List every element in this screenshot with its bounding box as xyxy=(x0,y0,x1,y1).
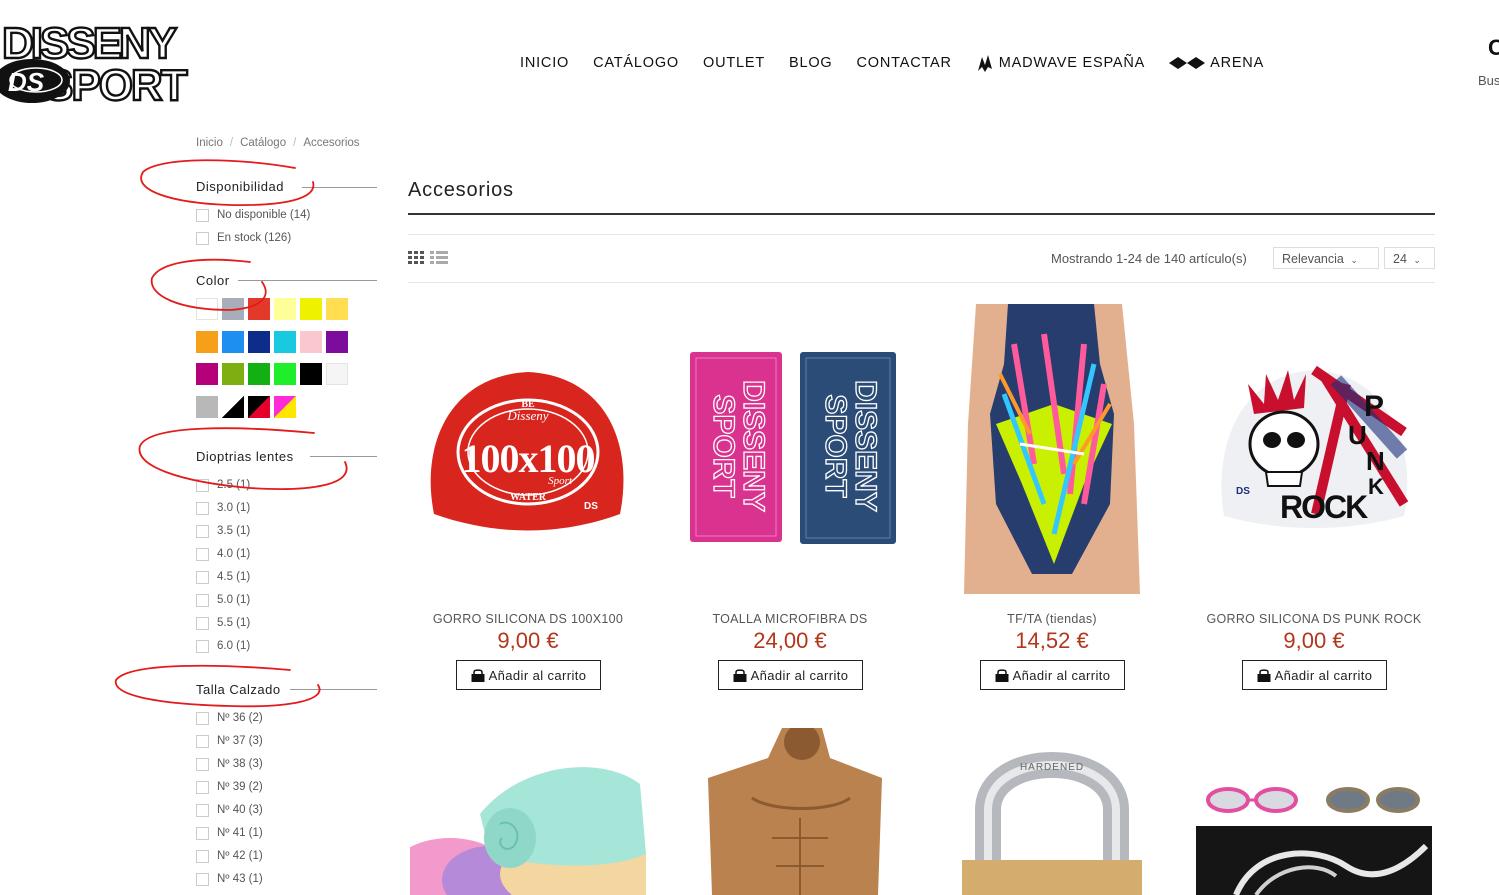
sort-select[interactable]: Relevancia ⌄ xyxy=(1273,247,1379,269)
product-name[interactable]: GORRO SILICONA DS PUNK ROCK xyxy=(1194,612,1434,626)
product-image-red-cap[interactable]: BE Disseny 100x100 Sport WATER DS xyxy=(410,304,646,594)
cap-print-word: ROCK xyxy=(1280,489,1368,525)
shopping-bag-icon xyxy=(471,668,485,682)
product-image-punk-cap[interactable]: P U N K ROCK DS xyxy=(1196,304,1432,594)
product-name[interactable]: TOALLA MICROFIBRA DS xyxy=(670,612,910,626)
product-price: 24,00 € xyxy=(753,628,827,653)
towel-print-sub: SPORT xyxy=(707,394,740,497)
towel-print-sub: SPORT xyxy=(819,394,852,497)
cap-print-letter: K xyxy=(1368,474,1384,499)
cap-print-badge: DS xyxy=(1236,486,1250,497)
cap-print-big: 100x100 xyxy=(462,436,595,481)
product-price: 9,00 € xyxy=(497,628,559,653)
cap-print-brand: Disseny xyxy=(506,408,548,423)
shopping-bag-icon xyxy=(1257,668,1271,682)
product-price: 14,52 € xyxy=(1015,628,1089,653)
add-to-cart-label: Añadir al carrito xyxy=(750,667,849,683)
towel-print-brand: DISSENY xyxy=(737,380,770,512)
chevron-down-icon: ⌄ xyxy=(1413,255,1421,265)
cap-print-sub: Sport xyxy=(548,475,573,487)
list-view-icon[interactable] xyxy=(430,251,448,264)
toolbar-divider xyxy=(408,282,1435,283)
product-price: 9,00 € xyxy=(1283,628,1345,653)
add-to-cart-label: Añadir al carrito xyxy=(488,667,587,683)
product-name[interactable]: GORRO SILICONA DS 100X100 xyxy=(408,612,648,626)
add-to-cart-label: Añadir al carrito xyxy=(1012,667,1111,683)
shopping-bag-icon xyxy=(733,668,747,682)
shopping-bag-icon xyxy=(995,668,1009,682)
product-count: Mostrando 1-24 de 140 artículo(s) xyxy=(1051,251,1247,266)
cap-print-bottom: WATER xyxy=(510,492,547,503)
product-image-swimsuit[interactable] xyxy=(934,304,1170,594)
cap-print-letter: U xyxy=(1348,420,1367,450)
cap-print-letter: N xyxy=(1366,446,1385,476)
product-image-padlock[interactable]: HARDENED xyxy=(934,740,1170,895)
padlock-print: HARDENED xyxy=(1020,762,1084,773)
towel-print-brand: DISSENY xyxy=(849,380,882,512)
title-divider xyxy=(408,213,1435,215)
chevron-down-icon: ⌄ xyxy=(1350,255,1358,265)
per-page-value: 24 xyxy=(1393,252,1407,266)
add-to-cart-button[interactable]: Añadir al carrito xyxy=(456,660,601,690)
product-image-towels[interactable]: DISSENY SPORT DISSENY SPORT xyxy=(672,304,908,594)
product-name[interactable]: TF/TA (tiendas) xyxy=(932,612,1172,626)
page-title: Accesorios xyxy=(408,179,514,201)
per-page-select[interactable]: 24 ⌄ xyxy=(1384,247,1435,269)
cap-print-letter: P xyxy=(1364,390,1384,423)
product-image-goggles[interactable] xyxy=(1196,776,1432,895)
cap-print-badge: DS xyxy=(584,501,598,512)
product-image-male-model[interactable] xyxy=(672,728,908,895)
add-to-cart-button[interactable]: Añadir al carrito xyxy=(718,660,863,690)
add-to-cart-button[interactable]: Añadir al carrito xyxy=(980,660,1125,690)
add-to-cart-label: Añadir al carrito xyxy=(1274,667,1373,683)
add-to-cart-button[interactable]: Añadir al carrito xyxy=(1242,660,1387,690)
toolbar-divider xyxy=(408,234,1435,235)
grid-view-icon[interactable] xyxy=(408,251,426,264)
product-image-microfiber-towels[interactable] xyxy=(410,754,646,895)
sort-value: Relevancia xyxy=(1282,252,1344,266)
